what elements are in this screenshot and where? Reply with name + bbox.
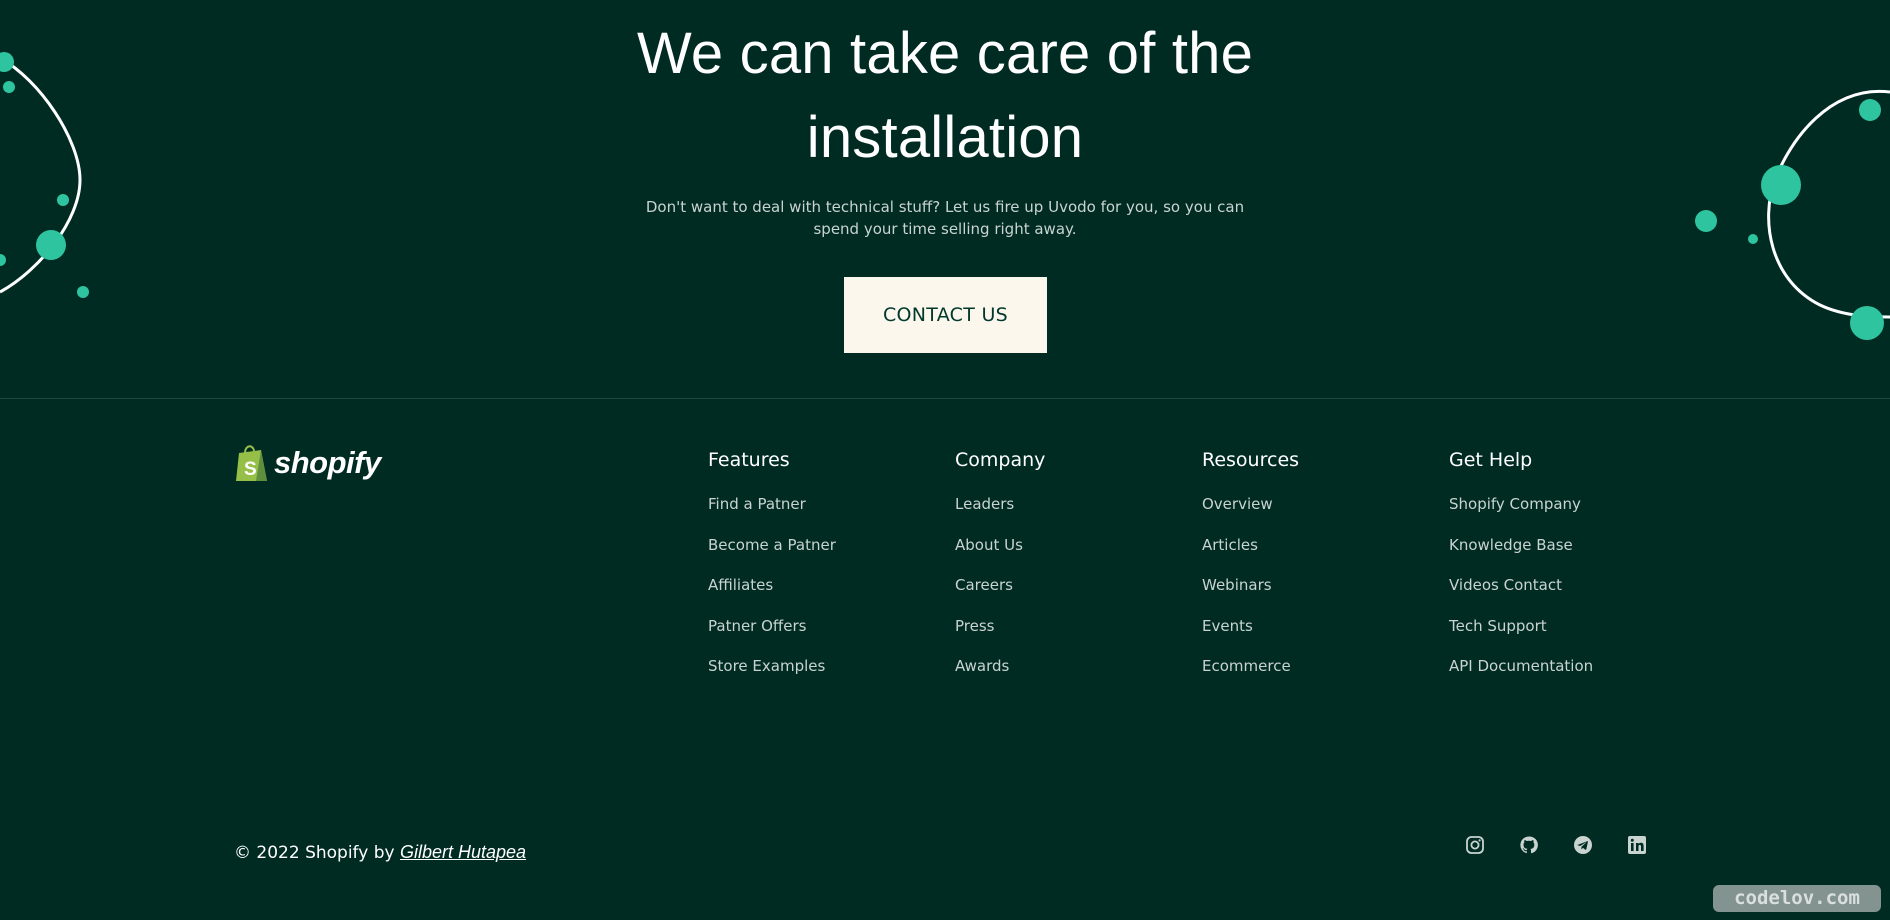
instagram-icon[interactable] — [1465, 835, 1485, 855]
footer-link[interactable]: Patner Offers — [708, 617, 806, 635]
footer-link[interactable]: Articles — [1202, 536, 1258, 554]
column-title: Get Help — [1449, 449, 1533, 471]
footer-link[interactable]: API Documentation — [1449, 657, 1593, 675]
footer-link[interactable]: Careers — [955, 576, 1013, 594]
footer-column-features: Features Find a Patner Become a Patner A… — [708, 448, 928, 697]
contact-us-button[interactable]: CONTACT US — [844, 277, 1047, 353]
footer-link[interactable]: About Us — [955, 536, 1023, 554]
logo-text: shopify — [274, 445, 381, 480]
decorative-blob-right — [1695, 89, 1890, 340]
shopify-logo[interactable]: S shopify — [234, 443, 381, 483]
footer-link[interactable]: Become a Patner — [708, 536, 836, 554]
hero-title: We can take care of the installation — [545, 12, 1345, 180]
footer-link[interactable]: Leaders — [955, 495, 1014, 513]
watermark-badge: codelov.com — [1713, 885, 1881, 912]
social-links — [1465, 835, 1647, 855]
footer-link[interactable]: Store Examples — [708, 657, 825, 675]
decorative-blob-left — [0, 52, 89, 298]
svg-text:S: S — [244, 459, 257, 480]
column-title: Company — [955, 449, 1046, 471]
hero-section: We can take care of the installation Don… — [0, 0, 1890, 398]
shopify-bag-icon: S — [236, 445, 267, 481]
footer-link[interactable]: Awards — [955, 657, 1009, 675]
footer-column-resources: Resources Overview Articles Webinars Eve… — [1202, 448, 1422, 697]
footer-link[interactable]: Overview — [1202, 495, 1273, 513]
copyright-text: © 2022 Shopify by — [234, 843, 395, 863]
footer-divider — [0, 398, 1890, 399]
footer-link[interactable]: Tech Support — [1449, 617, 1547, 635]
footer-column-company: Company Leaders About Us Careers Press A… — [955, 448, 1175, 697]
hero-description-line2: spend your time selling right away. — [813, 220, 1077, 238]
footer-link[interactable]: Ecommerce — [1202, 657, 1291, 675]
hero-description-line1: Don't want to deal with technical stuff?… — [645, 198, 1245, 216]
footer-link[interactable]: Events — [1202, 617, 1253, 635]
footer-link[interactable]: Press — [955, 617, 994, 635]
footer-link[interactable]: Shopify Company — [1449, 495, 1581, 513]
linkedin-icon[interactable] — [1627, 835, 1647, 855]
hero-title-line2: installation — [806, 105, 1084, 170]
footer-link[interactable]: Videos Contact — [1449, 576, 1562, 594]
footer-link[interactable]: Knowledge Base — [1449, 536, 1573, 554]
hero-description: Don't want to deal with technical stuff?… — [640, 196, 1250, 240]
footer-link[interactable]: Affiliates — [708, 576, 773, 594]
footer-link[interactable]: Find a Patner — [708, 495, 806, 513]
author-link[interactable]: Gilbert Hutapea — [400, 842, 526, 862]
footer-link[interactable]: Webinars — [1202, 576, 1272, 594]
column-title: Features — [708, 449, 790, 471]
copyright: © 2022 Shopify by Gilbert Hutapea — [234, 842, 526, 863]
footer-column-get-help: Get Help Shopify Company Knowledge Base … — [1449, 448, 1669, 697]
telegram-icon[interactable] — [1573, 835, 1593, 855]
github-icon[interactable] — [1519, 835, 1539, 855]
hero-title-line1: We can take care of the — [636, 21, 1254, 86]
column-title: Resources — [1202, 449, 1300, 471]
